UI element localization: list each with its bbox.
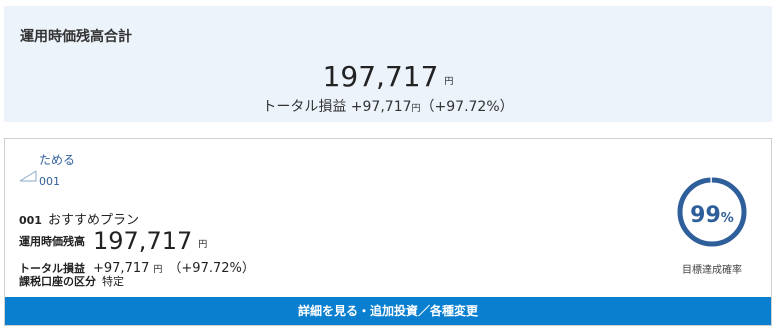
market-value-row: 運用時価残高 197,717 円: [19, 227, 207, 255]
summary-gain-currency: 円: [411, 104, 421, 114]
summary-gain-amount: +97,717: [350, 99, 412, 115]
summary-gain-percent: （+97.72%）: [420, 99, 514, 115]
summary-title: 運用時価残高合計: [20, 29, 132, 45]
fund-code-link[interactable]: 001: [39, 175, 60, 188]
plan-heading: 001 おすすめプラン: [19, 209, 139, 228]
summary-total-currency: 円: [444, 77, 454, 87]
gauge-number: 99: [690, 203, 721, 228]
summary-gain-label: トータル損益: [262, 99, 347, 115]
market-value-label: 運用時価残高: [19, 235, 85, 248]
market-value-amount: 197,717: [93, 227, 193, 255]
brand-link[interactable]: ためる: [39, 151, 75, 168]
gauge-value: 99%: [675, 203, 749, 228]
tax-account-row: 課税口座の区分 特定: [19, 273, 124, 289]
tax-account-value: 特定: [102, 275, 124, 288]
total-gain-currency: 円: [153, 265, 163, 275]
market-value-currency: 円: [198, 240, 208, 250]
total-gain-percent: （+97.72%）: [168, 261, 255, 276]
summary-total-value: 197,717 円: [4, 60, 772, 93]
broken-image-icon: [19, 170, 37, 182]
portfolio-summary-panel: 運用時価残高合計 197,717 円 トータル損益 +97,717円（+97.72…: [4, 6, 772, 122]
summary-total-amount: 197,717: [322, 60, 439, 93]
plan-name: おすすめプラン: [47, 213, 139, 228]
plan-code: 001: [19, 214, 42, 227]
fund-card: ためる 001 001 おすすめプラン 運用時価残高 197,717 円 トータル損益…: [4, 138, 772, 326]
summary-total-gain: トータル損益 +97,717円（+97.72%）: [4, 96, 772, 116]
tax-account-label: 課税口座の区分: [19, 275, 96, 288]
gauge-label: 目標達成確率: [682, 265, 742, 276]
view-details-button[interactable]: 詳細を見る・追加投資／各種変更: [5, 297, 771, 325]
gauge-unit: %: [720, 211, 734, 226]
